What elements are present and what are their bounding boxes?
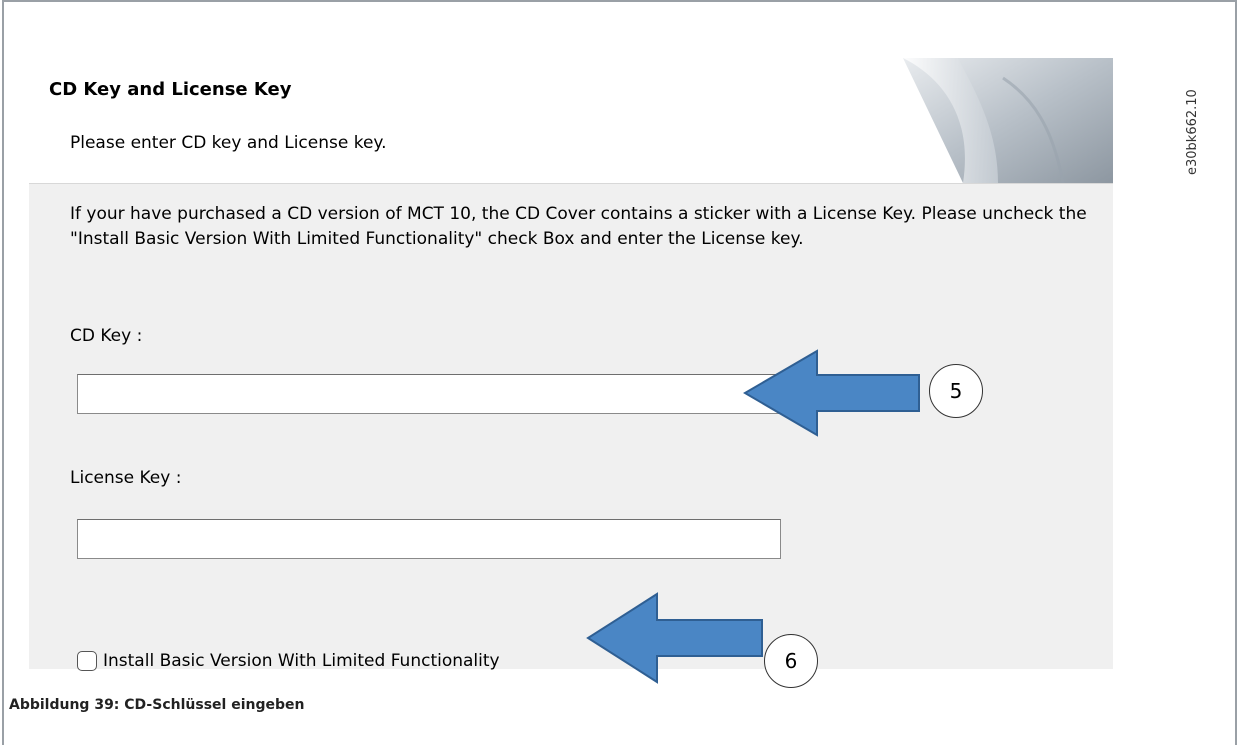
figure-caption: Abbildung 39: CD-Schlüssel eingeben	[9, 697, 305, 713]
callout-number-6: 6	[764, 634, 818, 688]
basic-version-option[interactable]: Install Basic Version With Limited Funct…	[77, 647, 500, 675]
basic-version-checkbox[interactable]	[77, 651, 97, 671]
figure-code-wrapper: e30bk662.10	[1180, 40, 1220, 180]
license-key-label: License Key :	[70, 468, 182, 488]
cd-key-input[interactable]	[77, 374, 781, 414]
license-key-input[interactable]	[77, 519, 781, 559]
dialog-title: CD Key and License Key	[49, 79, 292, 100]
callout-number-5: 5	[929, 364, 983, 418]
callout-arrow-5	[743, 349, 920, 437]
instructions-text: If your have purchased a CD version of M…	[70, 204, 1087, 249]
cd-key-label: CD Key :	[70, 326, 143, 346]
page-curl-graphic	[903, 58, 1113, 183]
dialog-header: CD Key and License Key Please enter CD k…	[29, 58, 1113, 184]
basic-version-label[interactable]: Install Basic Version With Limited Funct…	[103, 651, 500, 671]
figure-code: e30bk662.10	[1185, 89, 1200, 175]
dialog-subtitle: Please enter CD key and License key.	[70, 133, 387, 153]
callout-arrow-6	[586, 592, 763, 684]
